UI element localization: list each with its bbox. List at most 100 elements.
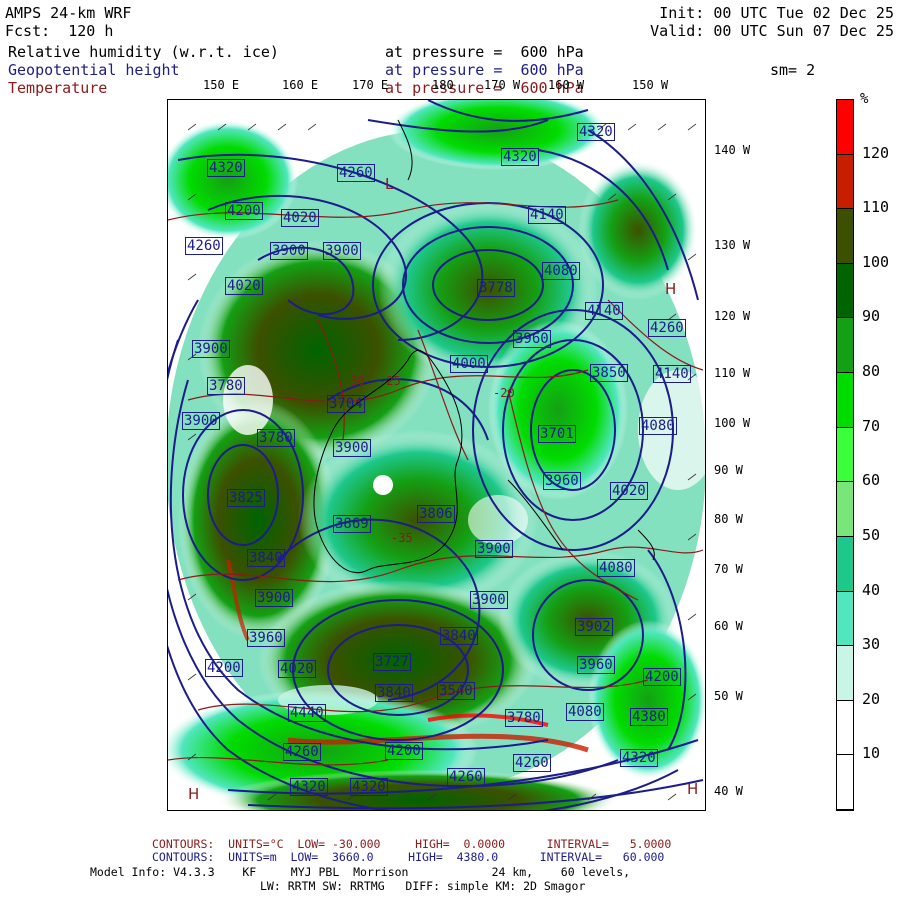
height-contour-label: 3900	[270, 242, 308, 260]
height-contour-label: 3900	[470, 591, 508, 609]
height-contour-label: 3900	[182, 412, 220, 430]
height-contour-label: 4200	[643, 668, 681, 686]
height-contour-label: 4320	[577, 123, 615, 141]
lat-label: 50 W	[714, 689, 743, 703]
colorbar-segment	[837, 755, 853, 810]
lon-label: 160 E	[282, 78, 319, 92]
lon-label: 150 W	[632, 78, 669, 92]
height-contour-label: 4200	[205, 659, 243, 677]
height-contour-label: 3900	[333, 439, 371, 457]
colorbar-segment	[837, 318, 853, 374]
height-contour-label: 3960	[543, 472, 581, 490]
model-title: AMPS 24-km WRF	[5, 4, 132, 22]
colorbar-tick-label: 100	[862, 252, 890, 271]
model-info-line2: LW: RRTM SW: RRTMG DIFF: simple KM: 2D S…	[260, 879, 586, 893]
high-marker: H	[188, 785, 200, 803]
colorbar-tick-label: 20	[862, 689, 881, 708]
colorbar-segment	[837, 646, 853, 701]
colorbar-tick-label: 40	[862, 580, 881, 599]
colorbar-tick-label: 80	[862, 362, 881, 381]
lat-label: 120 W	[714, 309, 751, 323]
height-contour-label: 3900	[475, 540, 513, 558]
colorbar-segment	[837, 209, 853, 264]
lat-label: 80 W	[714, 512, 743, 526]
low-marker: L	[385, 175, 394, 193]
height-contour-label: 4440	[288, 704, 326, 722]
height-contour-label: 4080	[542, 262, 580, 280]
height-contour-label: 4260	[283, 743, 321, 761]
height-contour-label: 3960	[247, 629, 285, 647]
map-panel[interactable]: 4320 4320 4260 4320 4200 4020 4140 4260 3900 3900…	[167, 99, 706, 811]
height-contour-label: 3840	[375, 684, 413, 702]
colorbar-segment	[837, 154, 853, 210]
height-contour-label: 3701	[538, 425, 576, 443]
high-marker: H	[665, 280, 677, 298]
temperature-contour-label: -25	[379, 374, 401, 388]
height-contour-label: 4020	[281, 209, 319, 227]
height-contour-label: 4200	[225, 202, 263, 220]
height-contour-label: 4080	[566, 703, 604, 721]
field2-name: Geopotential height	[8, 61, 180, 79]
height-contour-label: 4140	[528, 206, 566, 224]
init-time: Init: 00 UTC Tue 02 Dec 25	[659, 4, 894, 22]
height-contour-label: 3780	[505, 709, 543, 727]
colorbar-unit: %	[860, 91, 869, 107]
lat-label: 90 W	[714, 463, 743, 477]
height-contour-label: 4260	[513, 754, 551, 772]
lon-label: 180	[432, 78, 454, 92]
colorbar-segment	[837, 482, 853, 537]
lat-label: 140 W	[714, 143, 751, 157]
height-contour-label: 3806	[417, 505, 455, 523]
colorbar	[836, 99, 854, 811]
height-contour-label: 4320	[620, 749, 658, 767]
height-contour-label: 3900	[255, 589, 293, 607]
colorbar-tick-label: 10	[862, 744, 881, 763]
lat-label: 130 W	[714, 238, 751, 252]
height-contour-label: 4080	[597, 559, 635, 577]
height-contour-label: 4000	[450, 355, 488, 373]
colorbar-tick-label: 90	[862, 307, 881, 326]
height-contour-label: 3869	[333, 515, 371, 533]
model-info-line1: Model Info: V4.3.3 KF MYJ PBL Morrison 2…	[90, 865, 631, 879]
colorbar-segment	[837, 591, 853, 647]
temperature-contour-label: -35	[391, 531, 413, 545]
temperature-contour-label: -20	[493, 386, 515, 400]
lon-label: 170 W	[484, 78, 521, 92]
height-contour-label: 4260	[337, 164, 375, 182]
lon-label: 160 W	[548, 78, 585, 92]
temperature-contour-label: -30	[343, 374, 365, 388]
height-contour-label: 3778	[477, 279, 515, 297]
height-contour-label: 4020	[225, 277, 263, 295]
height-contour-label: 4320	[350, 778, 388, 796]
colorbar-tick-label: 70	[862, 416, 881, 435]
field1-level: at pressure = 600 hPa	[385, 43, 584, 61]
colorbar-tick-label: 50	[862, 525, 881, 544]
height-contour-label: 4380	[630, 708, 668, 726]
height-contour-label: 3727	[373, 653, 411, 671]
height-contour-label: 3840	[247, 549, 285, 567]
lon-label: 170 E	[352, 78, 389, 92]
height-contour-label: 4080	[639, 417, 677, 435]
height-contour-label: 3825	[227, 489, 265, 507]
height-contour-label: 3540	[437, 682, 475, 700]
height-contour-label: 3900	[323, 242, 361, 260]
height-contour-label: 3850	[590, 364, 628, 382]
height-contour-label: 4260	[185, 237, 223, 255]
height-contour-info: CONTOURS: UNITS=m LOW= 3660.0 HIGH= 4380…	[152, 850, 665, 864]
height-contour-label: 3902	[575, 618, 613, 636]
height-contour-label: 3840	[440, 627, 478, 645]
height-contour-label: 3780	[207, 377, 245, 395]
field3-name: Temperature	[8, 79, 108, 97]
height-contour-label: 4140	[585, 302, 623, 320]
height-contour-label: 3960	[577, 656, 615, 674]
colorbar-tick-label: 60	[862, 471, 881, 490]
colorbar-tick-label: 30	[862, 635, 881, 654]
forecast-hour: Fcst: 120 h	[5, 22, 114, 40]
height-contour-label: 4320	[290, 778, 328, 796]
colorbar-segment	[837, 263, 853, 319]
lat-label: 60 W	[714, 619, 743, 633]
lat-label: 100 W	[714, 416, 751, 430]
height-contour-label: 4140	[653, 365, 691, 383]
height-contour-label: 4320	[501, 148, 539, 166]
field2-level: at pressure = 600 hPa	[385, 61, 584, 79]
